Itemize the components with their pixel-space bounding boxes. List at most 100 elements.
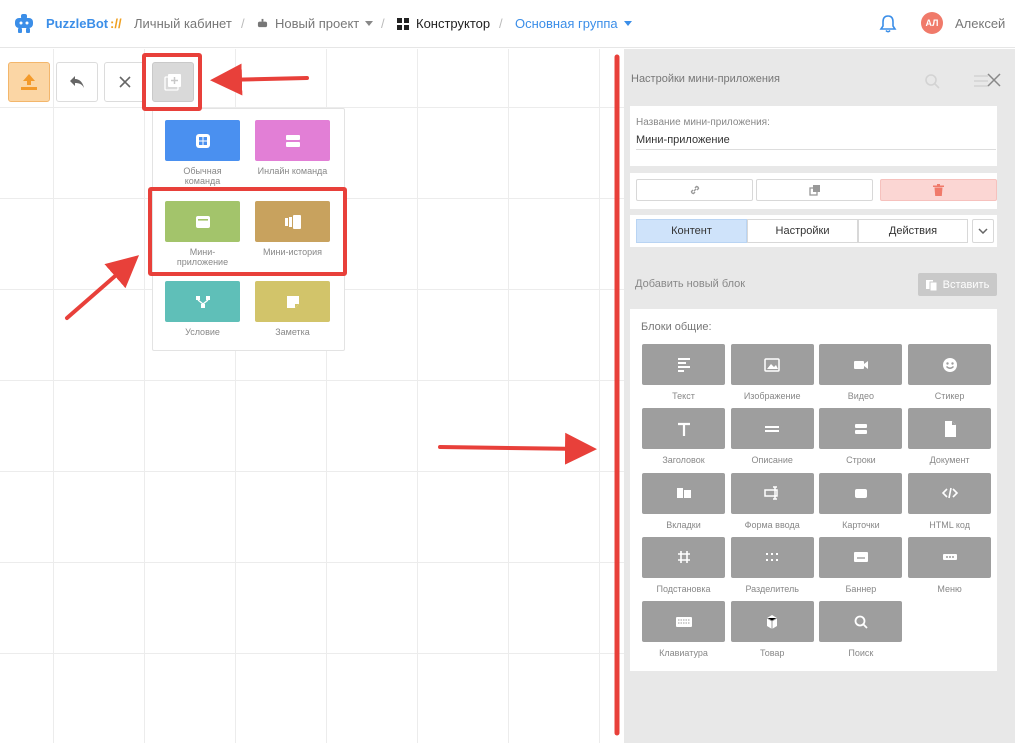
- undo-button[interactable]: [56, 62, 98, 102]
- heading-icon: [677, 422, 690, 436]
- delete-button[interactable]: [880, 179, 997, 201]
- block-label: Видео: [847, 391, 875, 401]
- add-element-button[interactable]: [152, 62, 194, 102]
- tab-actions[interactable]: Действия: [858, 219, 968, 243]
- mini-app-actions: [630, 173, 997, 209]
- palette-item-command[interactable]: Обычная команда: [165, 120, 240, 186]
- breadcrumb-constructor-label: Конструктор: [416, 16, 491, 31]
- block-item[interactable]: Поиск: [819, 601, 903, 658]
- palette-item-mini-story[interactable]: Мини-история: [255, 201, 330, 257]
- palette-tile[interactable]: [255, 201, 330, 242]
- breadcrumb-group-dropdown[interactable]: Основная группа: [515, 16, 632, 31]
- paste-button[interactable]: Вставить: [918, 273, 997, 296]
- close-panel-icon[interactable]: [986, 72, 1002, 88]
- block-label: Заголовок: [662, 455, 705, 466]
- block-tile[interactable]: [642, 601, 725, 643]
- block-item[interactable]: Заголовок: [642, 408, 725, 465]
- block-tile[interactable]: [730, 344, 814, 385]
- block-label: Меню: [937, 583, 962, 594]
- block-tile[interactable]: [908, 472, 992, 514]
- block-label: Форма ввода: [744, 519, 800, 530]
- upload-icon: [21, 74, 37, 90]
- avatar[interactable]: АЛ: [921, 12, 943, 34]
- puzzlebot-logo-icon[interactable]: [12, 12, 36, 36]
- block-label: Клавиатура: [659, 648, 708, 659]
- block-tile[interactable]: [642, 408, 725, 450]
- sticker-icon: [942, 357, 957, 372]
- user-name[interactable]: Алексей: [955, 16, 1005, 31]
- mini-app-name-card: Название мини-приложения:: [630, 106, 997, 166]
- breadcrumb-project[interactable]: Новый проект: [257, 16, 374, 31]
- block-tile[interactable]: [819, 344, 903, 385]
- block-tile[interactable]: [730, 472, 814, 514]
- link-icon: [690, 185, 699, 195]
- grid-icon: [397, 17, 409, 30]
- brand-name[interactable]: PuzzleBot: [46, 16, 108, 31]
- palette-tile[interactable]: [165, 120, 240, 161]
- divider-icon: [766, 553, 779, 562]
- block-tile[interactable]: [730, 536, 814, 578]
- palette-item-condition[interactable]: Условие: [165, 281, 240, 337]
- palette-item-label: Условие: [185, 327, 220, 337]
- grid-icon: [195, 133, 210, 148]
- copy-link-button[interactable]: [636, 179, 753, 201]
- bell-icon[interactable]: [878, 14, 898, 34]
- document-icon: [944, 420, 956, 437]
- block-item[interactable]: Стикер: [908, 344, 992, 401]
- hash-icon: [677, 551, 690, 564]
- breadcrumb-account[interactable]: Личный кабинет: [134, 16, 232, 31]
- block-tile[interactable]: [819, 601, 903, 643]
- block-tile[interactable]: [819, 536, 903, 578]
- block-item[interactable]: Баннер: [819, 536, 903, 594]
- block-item[interactable]: Текст: [642, 344, 725, 401]
- block-tile[interactable]: [908, 408, 992, 450]
- block-label: Карточки: [842, 519, 880, 530]
- tabs-dropdown-button[interactable]: [972, 219, 994, 243]
- block-tile[interactable]: [908, 536, 992, 578]
- palette-item-note[interactable]: Заметка: [255, 281, 330, 337]
- block-item[interactable]: Изображение: [730, 344, 814, 401]
- breadcrumb-constructor[interactable]: Конструктор: [397, 16, 490, 31]
- block-item[interactable]: Описание: [730, 408, 814, 466]
- block-item[interactable]: Клавиатура: [642, 601, 725, 658]
- palette-tile[interactable]: [165, 201, 240, 242]
- block-item[interactable]: Товар: [730, 601, 814, 658]
- block-tile[interactable]: [642, 472, 725, 514]
- block-tile[interactable]: [819, 408, 903, 450]
- note-icon: [286, 295, 299, 308]
- block-item[interactable]: Форма ввода: [730, 472, 814, 530]
- block-tile[interactable]: [730, 408, 814, 450]
- block-item[interactable]: Документ: [908, 408, 992, 465]
- publish-button[interactable]: [8, 62, 50, 102]
- palette-item-label: Заметка: [275, 327, 310, 337]
- block-tile[interactable]: [642, 536, 725, 578]
- block-item[interactable]: Карточки: [819, 472, 903, 530]
- block-tile[interactable]: [730, 601, 814, 643]
- palette-item-inline-command[interactable]: Инлайн команда: [255, 120, 330, 176]
- blocks-title: Блоки общие:: [641, 321, 712, 333]
- block-item[interactable]: Подстановка: [642, 536, 725, 594]
- block-item[interactable]: Меню: [908, 536, 992, 594]
- palette-tile[interactable]: [165, 281, 240, 322]
- block-item[interactable]: Разделитель: [730, 536, 814, 594]
- tab-content[interactable]: Контент: [636, 219, 747, 243]
- palette-tile[interactable]: [255, 281, 330, 322]
- block-tile[interactable]: [642, 344, 725, 385]
- palette-item-mini-app[interactable]: Мини-приложение: [165, 201, 240, 267]
- block-item[interactable]: Видео: [819, 344, 903, 401]
- duplicate-button[interactable]: [756, 179, 873, 201]
- block-item[interactable]: Вкладки: [642, 472, 725, 530]
- palette-item-label: Мини-приложение: [176, 247, 229, 267]
- cards-icon: [854, 489, 867, 499]
- block-label: Описание: [751, 455, 793, 466]
- mini-app-name-input[interactable]: [636, 130, 996, 150]
- block-tile[interactable]: [819, 472, 903, 514]
- tab-settings[interactable]: Настройки: [747, 219, 858, 243]
- block-tile[interactable]: [908, 344, 992, 385]
- block-item[interactable]: Строки: [819, 408, 903, 465]
- close-button[interactable]: [104, 62, 146, 102]
- keyboard-icon: [675, 616, 692, 627]
- search-icon[interactable]: [924, 73, 940, 89]
- palette-tile[interactable]: [255, 120, 330, 161]
- block-item[interactable]: HTML код: [908, 472, 992, 530]
